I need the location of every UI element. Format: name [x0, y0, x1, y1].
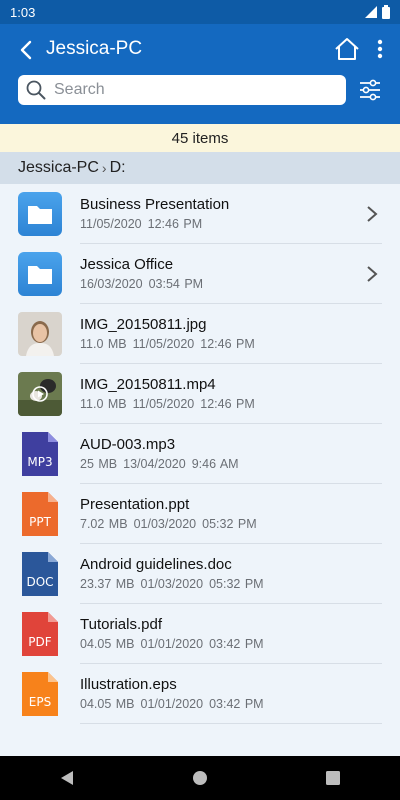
eps-file-icon: EPS — [18, 672, 62, 716]
file-type-label: EPS — [28, 695, 52, 709]
item-time: 03:42 PM — [209, 637, 264, 651]
divider — [80, 723, 382, 724]
list-item[interactable]: Jessica Office 16/03/2020 03:54 PM — [0, 244, 400, 304]
item-time: 12:46 PM — [200, 397, 255, 411]
nav-back-button[interactable] — [47, 758, 87, 798]
more-vert-icon — [377, 39, 383, 59]
item-name: IMG_20150811.jpg — [80, 316, 207, 333]
back-button[interactable] — [12, 36, 40, 64]
item-name: IMG_20150811.mp4 — [80, 376, 216, 393]
breadcrumb: Jessica-PC › D: — [0, 152, 400, 184]
list-item[interactable]: IMG_20150811.jpg 11.0 MB 11/05/2020 12:46 … — [0, 304, 400, 364]
list-item[interactable]: Business Presentation 11/05/2020 12:46 PM — [0, 184, 400, 244]
item-size: 23.37 MB — [80, 577, 135, 591]
item-name: Tutorials.pdf — [80, 616, 162, 633]
system-nav-bar — [0, 756, 400, 800]
filter-button[interactable] — [356, 76, 384, 104]
audio-file-icon: MP3 — [18, 432, 62, 476]
file-list: Business Presentation 11/05/2020 12:46 PM… — [0, 184, 400, 724]
breadcrumb-item-current[interactable]: D: — [110, 159, 126, 177]
item-name: Android guidelines.doc — [80, 556, 232, 573]
list-item[interactable]: PDF Tutorials.pdf 04.05 MB 01/01/2020 03:4… — [0, 604, 400, 664]
list-item[interactable]: PPT Presentation.ppt 7.02 MB 01/03/2020 05… — [0, 484, 400, 544]
folder-icon — [18, 252, 62, 296]
item-date: 11/05/2020 — [132, 337, 195, 351]
item-size: 11.0 MB — [80, 337, 127, 351]
page-title: Jessica-PC — [46, 38, 143, 59]
item-size: 04.05 MB — [80, 697, 135, 711]
item-name: Jessica Office — [80, 256, 174, 273]
file-type-label: MP3 — [27, 455, 53, 469]
battery-icon — [382, 5, 390, 19]
search-icon — [26, 80, 46, 100]
status-bar: 1:03 — [0, 0, 400, 24]
list-item[interactable]: IMG_20150811.mp4 11.0 MB 11/05/2020 12:46 … — [0, 364, 400, 424]
item-size: 11.0 MB — [80, 397, 127, 411]
nav-home-button[interactable] — [180, 758, 220, 798]
item-date: 01/01/2020 — [140, 637, 204, 651]
chevron-right-icon — [367, 206, 378, 222]
item-count: 45 items — [171, 129, 229, 147]
item-size: 25 MB — [80, 457, 118, 471]
pdf-file-icon: PDF — [18, 612, 62, 656]
item-time: 03:42 PM — [209, 697, 264, 711]
item-time: 05:32 PM — [202, 517, 257, 531]
file-type-label: PDF — [28, 635, 52, 649]
item-time: 05:32 PM — [209, 577, 264, 591]
chevron-right-icon — [367, 266, 378, 282]
list-item[interactable]: MP3 AUD-003.mp3 25 MB 13/04/2020 9:46 AM — [0, 424, 400, 484]
breadcrumb-item-root[interactable]: Jessica-PC — [18, 159, 99, 177]
folder-icon — [18, 192, 62, 236]
item-date: 16/03/2020 — [80, 277, 143, 291]
back-arrow-icon — [20, 40, 32, 60]
item-time: 12:46 PM — [147, 217, 203, 231]
nav-back-icon — [60, 771, 73, 785]
item-name: Presentation.ppt — [80, 496, 190, 513]
list-item[interactable]: EPS Illustration.eps 04.05 MB 01/01/2020 0… — [0, 664, 400, 724]
presentation-file-icon: PPT — [18, 492, 62, 536]
item-date: 01/01/2020 — [140, 697, 204, 711]
item-time: 12:46 PM — [200, 337, 255, 351]
home-icon — [335, 38, 359, 60]
item-name: Illustration.eps — [80, 676, 177, 693]
status-icons — [364, 5, 390, 19]
nav-home-icon — [192, 771, 207, 785]
app-bar: Jessica-PC — [0, 24, 400, 124]
overflow-menu-button[interactable] — [370, 36, 390, 62]
chevron-right-icon: › — [101, 160, 107, 176]
item-date: 01/03/2020 — [133, 517, 197, 531]
home-button[interactable] — [332, 34, 362, 64]
image-thumbnail — [18, 312, 62, 356]
item-name: AUD-003.mp3 — [80, 436, 176, 453]
status-time: 1:03 — [10, 4, 36, 20]
sliders-icon — [360, 79, 380, 101]
item-time: 9:46 AM — [191, 457, 239, 471]
signal-icon — [365, 6, 377, 18]
search-input[interactable] — [52, 80, 326, 100]
item-size: 7.02 MB — [80, 517, 128, 531]
item-name: Business Presentation — [80, 196, 230, 213]
video-thumbnail — [18, 372, 62, 416]
document-file-icon: DOC — [18, 552, 62, 596]
list-item[interactable]: DOC Android guidelines.doc 23.37 MB 01/03… — [0, 544, 400, 604]
item-size: 04.05 MB — [80, 637, 135, 651]
search-box[interactable] — [18, 75, 346, 105]
item-date: 13/04/2020 — [123, 457, 186, 471]
item-date: 11/05/2020 — [132, 397, 195, 411]
item-count-bar: 45 items — [0, 124, 400, 152]
nav-recents-button[interactable] — [313, 758, 353, 798]
file-type-label: DOC — [26, 575, 54, 589]
file-type-label: PPT — [29, 515, 51, 529]
item-date: 11/05/2020 — [80, 217, 142, 231]
item-date: 01/03/2020 — [140, 577, 204, 591]
nav-recents-icon — [326, 771, 341, 785]
item-time: 03:54 PM — [148, 277, 204, 291]
